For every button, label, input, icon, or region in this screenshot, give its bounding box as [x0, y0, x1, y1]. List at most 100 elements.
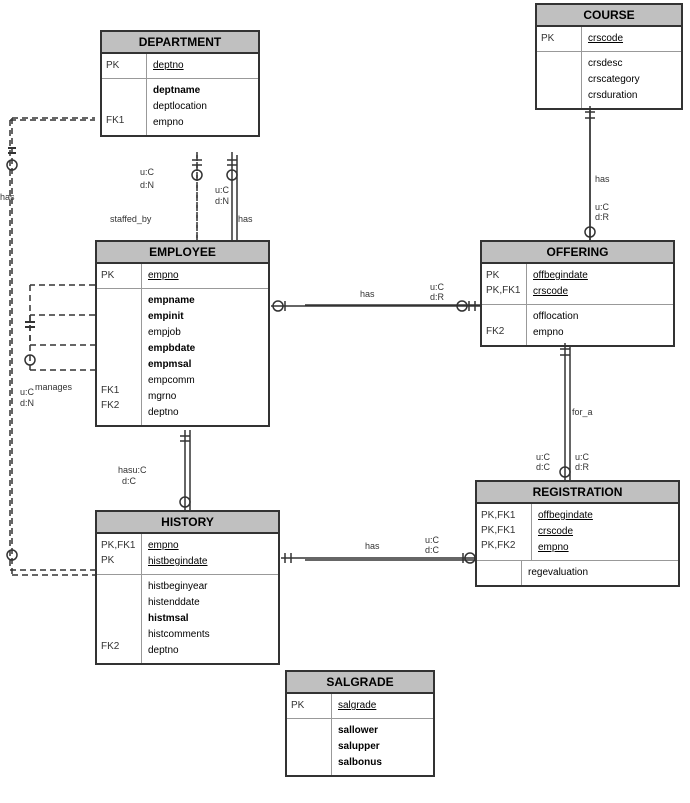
course-blank1 [541, 56, 577, 71]
svg-text:has: has [238, 214, 253, 224]
emp-deptno: deptno [148, 407, 179, 418]
hist-blank1 [101, 579, 137, 594]
off-crscode: crscode [533, 286, 568, 297]
hist-pk2-label: PK [101, 553, 137, 568]
svg-text:u:C: u:C [20, 387, 35, 397]
emp-fk2-label: FK2 [101, 398, 137, 413]
svg-text:u:C: u:C [536, 452, 551, 462]
reg-regevaluation: regevaluation [528, 567, 588, 578]
entity-department-title: DEPARTMENT [102, 32, 258, 54]
dept-deptname: deptname [153, 85, 200, 96]
entity-employee-title: EMPLOYEE [97, 242, 268, 264]
reg-crscode: crscode [538, 526, 573, 537]
entity-salgrade: SALGRADE PK salgrade sallower salupper s… [285, 670, 435, 777]
emp-empinit: empinit [148, 311, 184, 322]
svg-text:d:C: d:C [122, 476, 137, 486]
hist-deptno: deptno [148, 645, 179, 656]
off-offbegindate: offbegindate [533, 270, 588, 281]
svg-text:for_a: for_a [572, 407, 593, 417]
off-pkfk1-label: PK,FK1 [486, 283, 522, 298]
emp-pk-field: empno [148, 270, 179, 281]
emp-blank3 [101, 323, 137, 338]
hist-histbegindate: histbegindate [148, 556, 208, 567]
svg-text:d:R: d:R [575, 462, 590, 472]
emp-empcomm: empcomm [148, 375, 195, 386]
svg-text:d:N: d:N [140, 180, 154, 190]
sal-blank3 [291, 753, 327, 768]
emp-blank1 [101, 293, 137, 308]
svg-text:has: has [595, 174, 610, 184]
sal-pk-label: PK [291, 698, 327, 713]
dept-deptlocation: deptlocation [153, 101, 207, 112]
svg-text:d:N: d:N [215, 196, 229, 206]
svg-text:d:C: d:C [536, 462, 551, 472]
course-pk-label: PK [541, 31, 577, 46]
dept-empno: empno [153, 117, 184, 128]
emp-empname: empname [148, 295, 195, 306]
emp-blank6 [101, 368, 137, 383]
svg-text:u:C: u:C [215, 185, 230, 195]
reg-pkfk1a-label: PK,FK1 [481, 508, 527, 523]
emp-empjob: empjob [148, 327, 181, 338]
emp-blank2 [101, 308, 137, 323]
svg-text:has: has [360, 289, 375, 299]
sal-sallower: sallower [338, 725, 378, 736]
svg-text:manages: manages [35, 382, 73, 392]
entity-employee: EMPLOYEE PK empno FK1 FK2 empna [95, 240, 270, 427]
reg-pkfk1b-label: PK,FK1 [481, 523, 527, 538]
course-blank2 [541, 71, 577, 86]
dept-fk1-label [106, 83, 142, 98]
off-empno: empno [533, 327, 564, 338]
sal-blank1 [291, 723, 327, 738]
erd-diagram: DEPARTMENT PK deptno FK1 deptname deptlo… [0, 0, 690, 803]
svg-text:u:C: u:C [595, 202, 610, 212]
hist-fk2-label: FK2 [101, 639, 137, 654]
svg-text:staffed_by: staffed_by [110, 214, 152, 224]
sal-salupper: salupper [338, 741, 380, 752]
reg-pkfk2-label: PK,FK2 [481, 538, 527, 553]
off-offlocation: offlocation [533, 311, 578, 322]
entity-registration: REGISTRATION PK,FK1 PK,FK1 PK,FK2 offbeg… [475, 480, 680, 587]
svg-text:d:R: d:R [595, 212, 610, 222]
svg-text:u:C: u:C [575, 452, 590, 462]
svg-text:u:C: u:C [425, 535, 440, 545]
svg-text:d:N: d:N [20, 398, 34, 408]
entity-history-title: HISTORY [97, 512, 278, 534]
svg-text:u:C: u:C [140, 167, 155, 177]
svg-text:has: has [0, 192, 15, 202]
hist-histmsal: histmsal [148, 613, 189, 624]
off-blank1 [486, 309, 522, 324]
emp-pk-label: PK [101, 268, 137, 283]
emp-fk1-label: FK1 [101, 383, 137, 398]
entity-salgrade-title: SALGRADE [287, 672, 433, 694]
course-crscode: crscode [588, 33, 623, 44]
sal-salgrade: salgrade [338, 700, 376, 711]
emp-mgrno: mgrno [148, 391, 176, 402]
hist-blank4 [101, 624, 137, 639]
svg-text:u:C: u:C [430, 282, 445, 292]
emp-blank5 [101, 353, 137, 368]
reg-offbegindate: offbegindate [538, 510, 593, 521]
entity-offering: OFFERING PK PK,FK1 offbegindate crscode … [480, 240, 675, 347]
hist-histcomments: histcomments [148, 629, 210, 640]
sal-salbonus: salbonus [338, 757, 382, 768]
svg-text:has: has [365, 541, 380, 551]
entity-course: COURSE PK crscode crsdesc crscategory cr… [535, 3, 683, 110]
sal-blank2 [291, 738, 327, 753]
entity-department: DEPARTMENT PK deptno FK1 deptname deptlo… [100, 30, 260, 137]
course-crsdesc: crsdesc [588, 58, 622, 69]
emp-empmsal: empmsal [148, 359, 191, 370]
emp-empbdate: empbdate [148, 343, 195, 354]
course-blank3 [541, 86, 577, 101]
hist-empno: empno [148, 540, 179, 551]
entity-course-title: COURSE [537, 5, 681, 27]
dept-fk1b-label [106, 98, 142, 113]
emp-blank4 [101, 338, 137, 353]
entity-history: HISTORY PK,FK1 PK empno histbegindate FK… [95, 510, 280, 665]
off-fk2-label: FK2 [486, 324, 522, 339]
svg-text:hasu:C: hasu:C [118, 465, 147, 475]
hist-pk1-label: PK,FK1 [101, 538, 137, 553]
hist-blank2 [101, 594, 137, 609]
entity-offering-title: OFFERING [482, 242, 673, 264]
entity-registration-title: REGISTRATION [477, 482, 678, 504]
